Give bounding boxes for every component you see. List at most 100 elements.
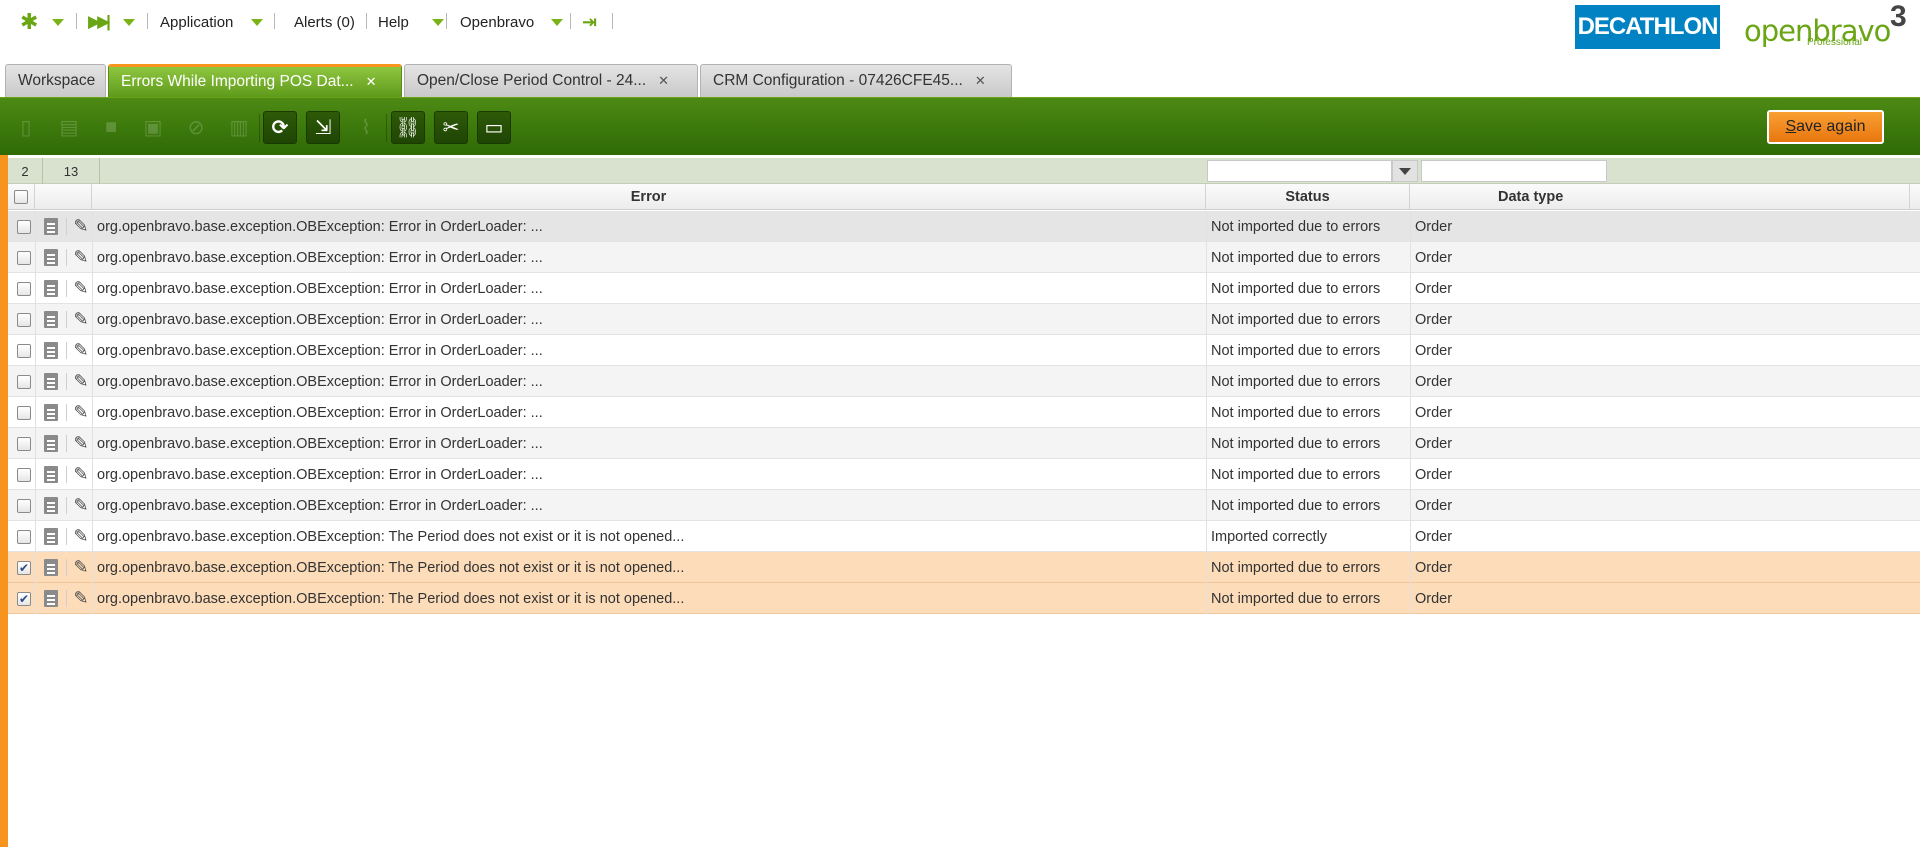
row-checkbox[interactable] xyxy=(17,405,31,420)
document-icon xyxy=(44,497,58,514)
row-checkbox[interactable]: ✔ xyxy=(17,560,31,575)
table-row[interactable]: ✔ ✎ org.openbravo.base.exception.OBExcepti… xyxy=(8,552,1920,583)
export-button[interactable]: ⇲ xyxy=(306,111,340,144)
row-checkbox[interactable] xyxy=(17,281,31,296)
row-checkbox[interactable] xyxy=(17,467,31,482)
save-button[interactable]: ■ xyxy=(94,111,128,144)
column-divider xyxy=(92,552,93,583)
refresh-button[interactable]: ⟳ xyxy=(263,111,297,144)
open-form-button[interactable] xyxy=(41,428,61,459)
link-button[interactable]: ⛓ xyxy=(391,111,425,144)
close-icon[interactable]: ✕ xyxy=(658,73,669,89)
table-row[interactable]: ✔ ✎ org.openbravo.base.exception.OBExcepti… xyxy=(8,583,1920,614)
edit-row-button[interactable]: ✎ xyxy=(70,211,92,242)
open-form-button[interactable] xyxy=(41,304,61,335)
recent-views-button[interactable]: ▶▶| xyxy=(88,12,111,32)
help-menu[interactable]: Help xyxy=(378,12,444,32)
table-row[interactable]: ✎ org.openbravo.base.exception.OBExceptio… xyxy=(8,459,1920,490)
tab-open-close-period[interactable]: Open/Close Period Control - 24... ✕ xyxy=(404,64,698,97)
column-divider xyxy=(35,211,36,242)
edit-row-button[interactable]: ✎ xyxy=(70,552,92,583)
open-form-button[interactable] xyxy=(41,366,61,397)
table-row[interactable]: ✎ org.openbravo.base.exception.OBExceptio… xyxy=(8,335,1920,366)
tab-workspace[interactable]: Workspace xyxy=(5,64,106,97)
quick-launch-dropdown[interactable] xyxy=(52,12,64,32)
grid-view-button[interactable]: ▭ xyxy=(477,111,511,144)
user-menu[interactable]: Openbravo xyxy=(460,12,564,32)
save-again-button[interactable]: Save again xyxy=(1767,110,1884,144)
edit-row-button[interactable]: ✎ xyxy=(70,242,92,273)
edit-row-button[interactable]: ✎ xyxy=(70,397,92,428)
table-row[interactable]: ✎ org.openbravo.base.exception.OBExceptio… xyxy=(8,428,1920,459)
row-select-cell xyxy=(14,490,34,521)
edit-row-button[interactable]: ✎ xyxy=(70,583,92,614)
open-form-button[interactable] xyxy=(41,211,61,242)
row-checkbox[interactable] xyxy=(17,250,31,265)
icon-divider xyxy=(66,311,67,328)
row-checkbox[interactable] xyxy=(17,374,31,389)
table-row[interactable]: ✎ org.openbravo.base.exception.OBExceptio… xyxy=(8,211,1920,242)
table-row[interactable]: ✎ org.openbravo.base.exception.OBExceptio… xyxy=(8,490,1920,521)
edit-row-button[interactable]: ✎ xyxy=(70,521,92,552)
column-divider xyxy=(1206,304,1207,335)
status-filter-select[interactable] xyxy=(1207,160,1392,182)
table-row[interactable]: ✎ org.openbravo.base.exception.OBExceptio… xyxy=(8,273,1920,304)
row-checkbox[interactable] xyxy=(17,219,31,234)
edit-row-button[interactable]: ✎ xyxy=(70,428,92,459)
row-checkbox[interactable] xyxy=(17,436,31,451)
status-cell: Not imported due to errors xyxy=(1211,280,1381,297)
table-row[interactable]: ✎ org.openbravo.base.exception.OBExceptio… xyxy=(8,242,1920,273)
tab-crm-configuration[interactable]: CRM Configuration - 07426CFE45... ✕ xyxy=(700,64,1012,97)
status-filter-dropdown[interactable] xyxy=(1392,160,1418,182)
select-all-checkbox[interactable] xyxy=(14,190,28,204)
row-select-cell xyxy=(14,397,34,428)
open-form-button[interactable] xyxy=(41,335,61,366)
table-row[interactable]: ✎ org.openbravo.base.exception.OBExceptio… xyxy=(8,366,1920,397)
row-select-cell xyxy=(14,304,34,335)
tab-errors-importing-pos[interactable]: Errors While Importing POS Dat... ✕ xyxy=(108,64,402,97)
row-checkbox[interactable] xyxy=(17,498,31,513)
open-form-button[interactable] xyxy=(41,459,61,490)
column-header-status[interactable]: Status xyxy=(1206,184,1410,210)
edit-row-button[interactable]: ✎ xyxy=(70,273,92,304)
edit-row-button[interactable]: ✎ xyxy=(70,335,92,366)
recent-views-dropdown[interactable] xyxy=(123,12,135,32)
document-icon xyxy=(44,218,58,235)
quick-launch-button[interactable]: ✱ xyxy=(20,11,38,33)
selected-count-value: 2 xyxy=(21,163,29,179)
row-checkbox[interactable]: ✔ xyxy=(17,591,31,606)
edit-row-button[interactable]: ✎ xyxy=(70,490,92,521)
row-checkbox[interactable] xyxy=(17,312,31,327)
row-checkbox[interactable] xyxy=(17,343,31,358)
table-row[interactable]: ✎ org.openbravo.base.exception.OBExceptio… xyxy=(8,304,1920,335)
data-type-filter-input[interactable] xyxy=(1421,160,1607,182)
close-icon[interactable]: ✕ xyxy=(366,74,377,90)
tools-button[interactable]: ✂ xyxy=(434,111,468,144)
column-header-data-type[interactable]: Data type xyxy=(1410,184,1910,210)
table-row[interactable]: ✎ org.openbravo.base.exception.OBExceptio… xyxy=(8,397,1920,428)
open-form-button[interactable] xyxy=(41,490,61,521)
logout-button[interactable]: ⇥ xyxy=(582,12,597,32)
attachment-button[interactable]: ⌇ xyxy=(349,111,383,144)
edit-row-button[interactable]: ✎ xyxy=(70,459,92,490)
close-icon[interactable]: ✕ xyxy=(975,73,986,89)
row-checkbox[interactable] xyxy=(17,529,31,544)
edit-row-button[interactable]: ✎ xyxy=(70,304,92,335)
save-close-button[interactable]: ▣ xyxy=(136,111,170,144)
application-menu[interactable]: Application xyxy=(160,12,264,32)
open-form-button[interactable] xyxy=(41,583,61,614)
undo-button[interactable]: ⊘ xyxy=(179,111,213,144)
new-row-button[interactable]: ▤ xyxy=(52,111,86,144)
delete-button[interactable]: ▥ xyxy=(222,111,256,144)
table-row[interactable]: ✎ org.openbravo.base.exception.OBExceptio… xyxy=(8,521,1920,552)
open-form-button[interactable] xyxy=(41,552,61,583)
open-form-button[interactable] xyxy=(41,397,61,428)
alerts-link[interactable]: Alerts (0) xyxy=(294,12,355,32)
edit-row-button[interactable]: ✎ xyxy=(70,366,92,397)
open-form-button[interactable] xyxy=(41,521,61,552)
open-form-button[interactable] xyxy=(41,273,61,304)
new-document-button[interactable]: ▯ xyxy=(9,111,43,144)
document-icon xyxy=(44,528,58,545)
column-header-error[interactable]: Error xyxy=(92,184,1206,210)
open-form-button[interactable] xyxy=(41,242,61,273)
